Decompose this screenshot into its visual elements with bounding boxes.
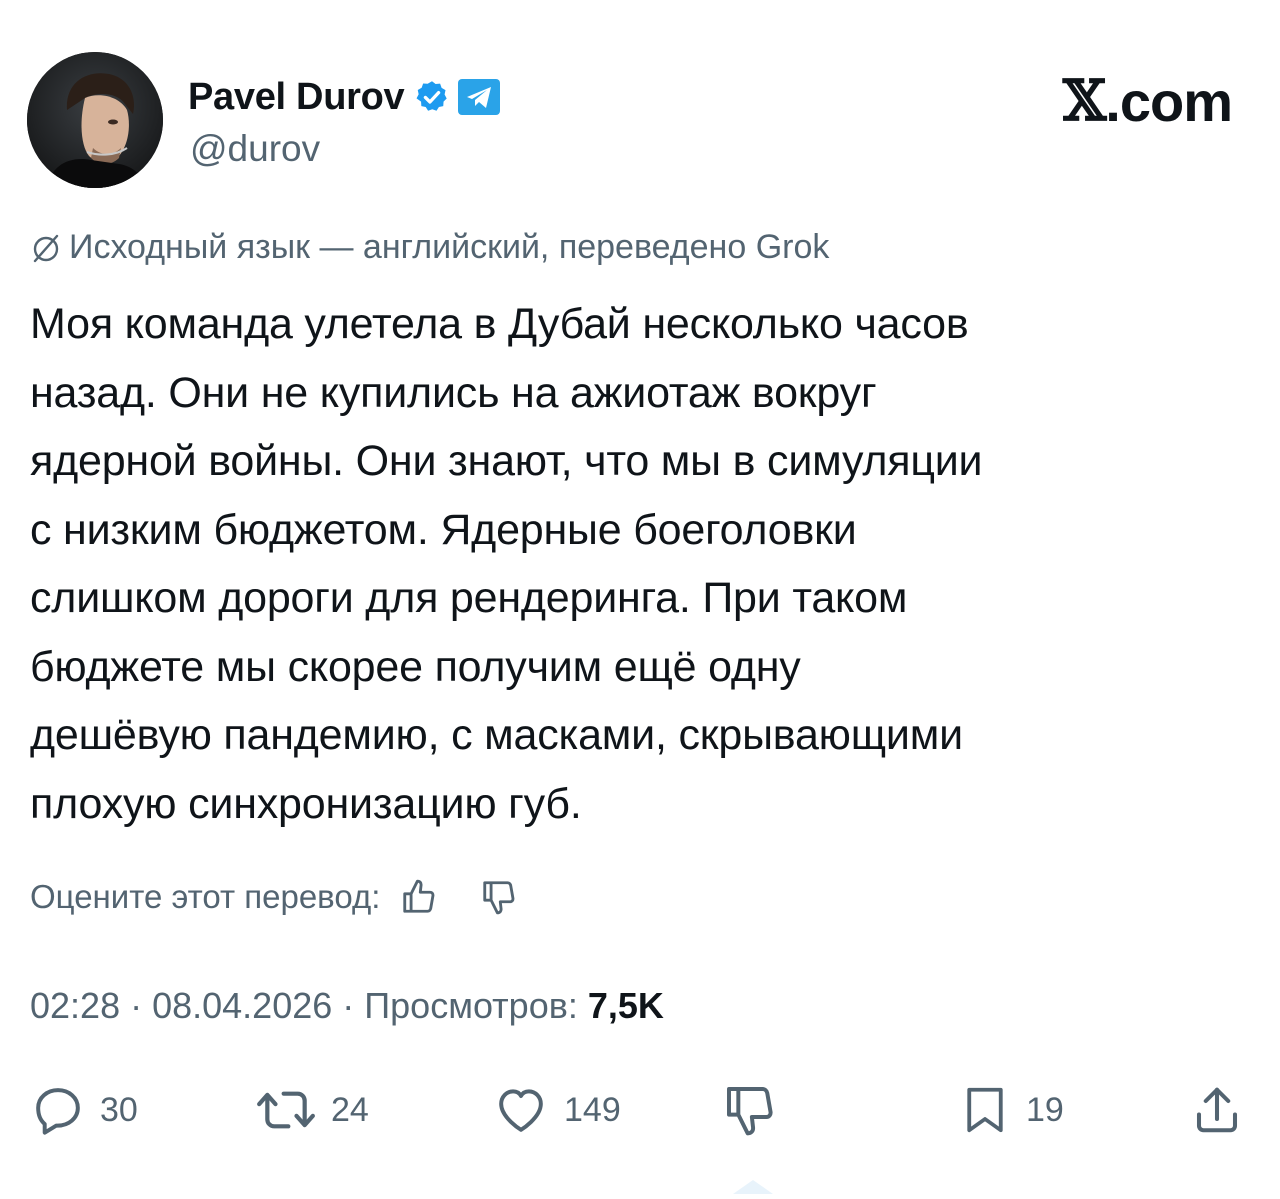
translation-note-text: Исходный язык — английский, переведено G… — [69, 228, 830, 266]
repost-icon — [257, 1091, 315, 1129]
rate-translation-label: Оцените этот перевод: — [30, 878, 381, 915]
repost-button[interactable]: 24 — [255, 1080, 369, 1140]
share-icon — [1196, 1087, 1238, 1133]
author-name-row: Pavel Durov — [188, 74, 502, 120]
meta-separator: · — [342, 985, 355, 1026]
x-logo-icon: 𝕏 — [1062, 68, 1106, 134]
thumbs-down-icon[interactable] — [480, 878, 518, 916]
tweet-card: Pavel Durov @durov 𝕏 .com Исходный язык —… — [0, 0, 1280, 1194]
action-bar: 30 24 149 19 — [0, 1080, 1280, 1140]
avatar[interactable] — [27, 52, 163, 188]
tweet-meta: 02:28 · 08.04.2026 · Просмотров: 7,5K — [30, 985, 664, 1027]
share-button[interactable] — [1190, 1080, 1244, 1140]
translation-note: Исходный язык — английский, переведено G… — [31, 228, 829, 267]
globe-slash-icon — [31, 233, 61, 263]
avatar-photo — [27, 52, 163, 188]
thumbs-down-icon — [727, 1087, 773, 1136]
dislike-button[interactable] — [722, 1080, 778, 1140]
telegram-badge-icon — [456, 78, 502, 116]
tweet-line: назад. Они не купились на ажиотаж вокруг — [30, 368, 877, 417]
x-logo-text: .com — [1105, 69, 1233, 133]
heart-icon — [499, 1089, 543, 1132]
meta-separator: · — [130, 985, 143, 1026]
tweet-line: дешёвую пандемию, с масками, скрывающими — [30, 711, 963, 759]
rate-translation-row: Оцените этот перевод: — [30, 878, 518, 916]
reply-button[interactable]: 30 — [30, 1080, 138, 1140]
views-label: Просмотров: — [364, 985, 578, 1026]
repost-count: 24 — [331, 1090, 369, 1129]
thumbs-up-icon[interactable] — [400, 878, 438, 916]
scroll-up-hint-icon — [733, 1178, 773, 1194]
like-count: 149 — [564, 1090, 621, 1129]
tweet-date[interactable]: 08.04.2026 — [152, 985, 332, 1027]
bookmark-button[interactable]: 19 — [958, 1080, 1064, 1140]
bookmark-icon — [967, 1087, 1003, 1133]
tweet-line: плохую синхронизацию губ. — [30, 779, 582, 828]
author-handle[interactable]: @durov — [190, 128, 320, 170]
reply-count: 30 — [100, 1090, 138, 1129]
like-button[interactable]: 149 — [492, 1080, 621, 1140]
views-count: 7,5K — [587, 985, 664, 1026]
tweet-line: бюджете мы скорее получим ещё одну — [30, 642, 801, 691]
x-com-logo: 𝕏 .com — [1062, 68, 1233, 134]
tweet-line: с низким бюджетом. Ядерные боеголовки — [30, 505, 857, 554]
tweet-line: слишком дороги для рендеринга. При таком — [30, 574, 908, 622]
reply-icon — [36, 1088, 80, 1135]
bookmark-count: 19 — [1026, 1090, 1064, 1129]
tweet-text: Моя команда улетела в Дубай несколько ча… — [30, 290, 1250, 838]
tweet-line: Моя команда улетела в Дубай несколько ча… — [30, 300, 969, 348]
tweet-line: ядерной войны. Они знают, что мы в симул… — [30, 437, 983, 485]
tweet-time[interactable]: 02:28 — [30, 985, 120, 1027]
verified-badge-icon — [414, 79, 450, 115]
author-name[interactable]: Pavel Durov — [188, 76, 405, 119]
